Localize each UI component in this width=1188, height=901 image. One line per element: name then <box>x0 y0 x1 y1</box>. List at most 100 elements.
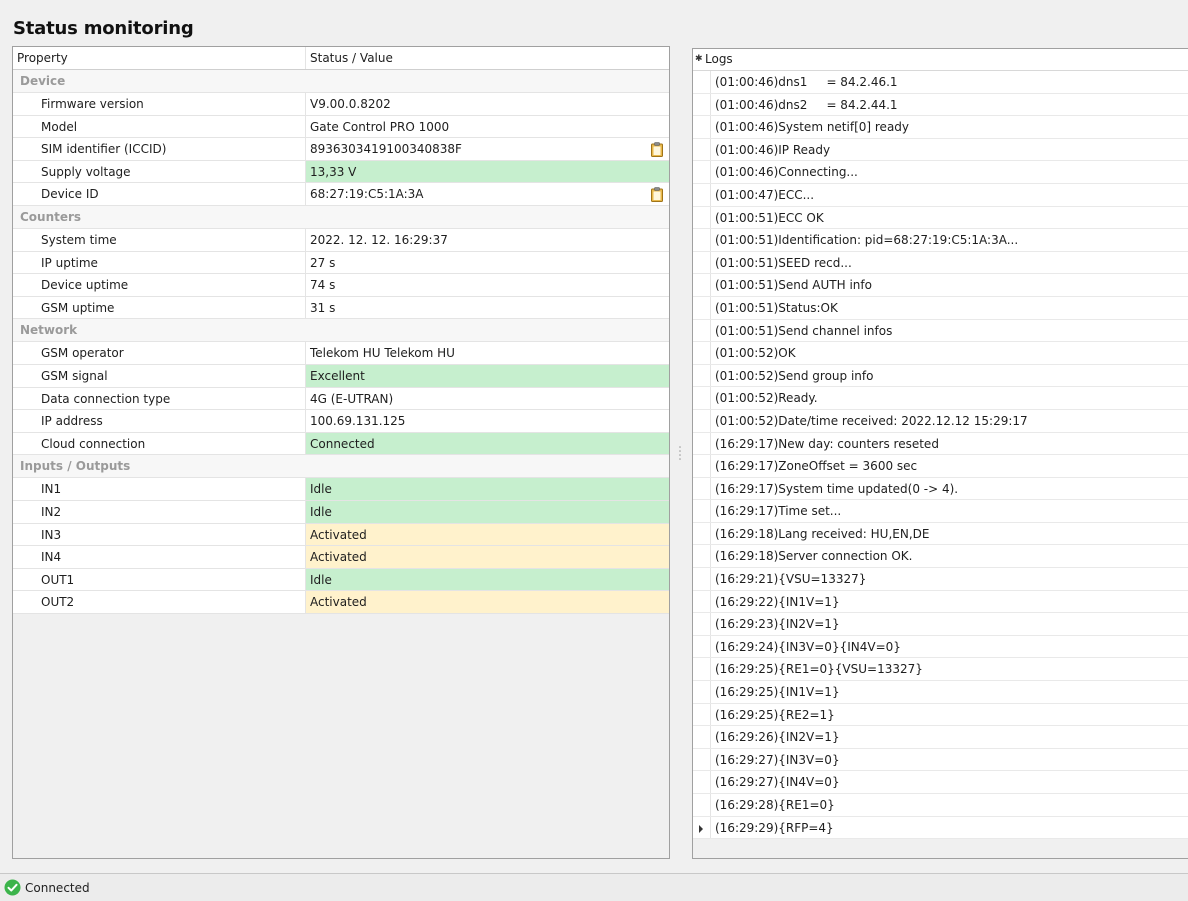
log-row[interactable]: (16:29:25){RE1=0}{VSU=13327} <box>693 658 1188 682</box>
row-indicator <box>693 229 711 251</box>
property-name: IP uptime <box>13 251 306 274</box>
property-row[interactable]: IN1 Idle <box>13 478 669 501</box>
logs-header-label[interactable]: Logs <box>701 49 733 70</box>
log-row[interactable]: (01:00:46)Connecting... <box>693 161 1188 184</box>
row-indicator <box>693 748 711 771</box>
log-entry-text: (01:00:47)ECC... <box>715 187 815 202</box>
logs-panel[interactable]: ✱ Logs (01:00:46)dns1 = 84.2.46.1 (01:00:… <box>692 48 1188 859</box>
row-indicator <box>693 771 711 793</box>
property-value-text: Excellent <box>310 368 365 383</box>
category-header[interactable]: Network <box>13 319 669 343</box>
log-row[interactable]: (16:29:17)ZoneOffset = 3600 sec <box>693 455 1188 478</box>
log-entry-text: (16:29:27){IN4V=0} <box>715 775 840 790</box>
property-value: 13,33 V <box>306 160 669 183</box>
property-row[interactable]: Data connection type 4G (E-UTRAN) <box>13 387 669 411</box>
row-indicator <box>693 816 711 839</box>
category-header[interactable]: Inputs / Outputs <box>13 455 669 479</box>
property-value: V9.00.0.8202 <box>306 93 669 115</box>
clipboard-copy-icon[interactable] <box>651 187 663 203</box>
log-row[interactable]: (01:00:51)Send AUTH info <box>693 274 1188 297</box>
property-value-text: 100.69.131.125 <box>310 414 406 429</box>
log-entry-text: (01:00:46)Connecting... <box>715 165 858 180</box>
log-row[interactable]: (16:29:24){IN3V=0}{IN4V=0} <box>693 635 1188 659</box>
log-row[interactable]: (16:29:17)New day: counters reseted <box>693 432 1188 456</box>
property-value-text: 31 s <box>310 300 336 315</box>
log-row[interactable]: (01:00:46)dns2 = 84.2.44.1 <box>693 93 1188 117</box>
log-row[interactable]: (16:29:18)Server connection OK. <box>693 545 1188 569</box>
row-indicator <box>693 545 711 568</box>
log-entry-text: (16:29:23){IN2V=1} <box>715 617 840 632</box>
grid-body: Device Firmware version V9.00.0.8202 Model G… <box>13 70 669 614</box>
log-entry-text: (16:29:17)ZoneOffset = 3600 sec <box>715 459 918 474</box>
property-row[interactable]: Model Gate Control PRO 1000 <box>13 115 669 139</box>
clipboard-copy-icon[interactable] <box>651 142 663 158</box>
row-indicator <box>693 681 711 703</box>
property-value-text: Telekom HU Telekom HU <box>310 346 455 361</box>
log-entry-text: (01:00:51)Status:OK <box>715 300 838 315</box>
log-row[interactable]: (16:29:21){VSU=13327} <box>693 568 1188 591</box>
property-row[interactable]: IP address 100.69.131.125 <box>13 410 669 433</box>
splitter-handle[interactable] <box>678 444 682 464</box>
log-row[interactable]: (16:29:25){IN1V=1} <box>693 681 1188 704</box>
category-header[interactable]: Counters <box>13 205 669 229</box>
property-row[interactable]: IN2 Idle <box>13 500 669 524</box>
property-value: Excellent <box>306 364 669 387</box>
property-row[interactable]: Firmware version V9.00.0.8202 <box>13 93 669 116</box>
property-value-text: Idle <box>310 504 332 519</box>
log-row[interactable]: (16:29:29){RFP=4} <box>693 816 1188 840</box>
log-entry-text: (01:00:51)Identification: pid=68:27:19:C… <box>715 233 1019 248</box>
property-row[interactable]: IN4 Activated <box>13 546 669 569</box>
log-row[interactable]: (01:00:51)SEED recd... <box>693 251 1188 275</box>
log-entry-text: (01:00:52)OK <box>715 346 796 361</box>
status-bar: Connected <box>0 873 1188 901</box>
property-name: GSM uptime <box>13 296 306 319</box>
log-row[interactable]: (01:00:46)dns1 = 84.2.46.1 <box>693 71 1188 94</box>
log-row[interactable]: (16:29:22){IN1V=1} <box>693 590 1188 614</box>
log-row[interactable]: (01:00:47)ECC... <box>693 183 1188 207</box>
property-row[interactable]: Device uptime 74 s <box>13 274 669 297</box>
log-row[interactable]: (01:00:46)IP Ready <box>693 138 1188 162</box>
property-row[interactable]: Supply voltage 13,33 V <box>13 160 669 184</box>
log-row[interactable]: (01:00:51)Status:OK <box>693 296 1188 320</box>
log-row[interactable]: (01:00:52)Date/time received: 2022.12.12… <box>693 409 1188 433</box>
log-row[interactable]: (01:00:51)Send channel infos <box>693 319 1188 343</box>
log-row[interactable]: (01:00:52)Send group info <box>693 364 1188 388</box>
property-row[interactable]: Cloud connection Connected <box>13 432 669 456</box>
property-grid[interactable]: Property Status / Value Device Firmware v… <box>12 46 670 859</box>
log-row[interactable]: (16:29:17)System time updated(0 -> 4). <box>693 477 1188 501</box>
log-row[interactable]: (01:00:52)Ready. <box>693 387 1188 410</box>
check-circle-icon <box>4 879 21 896</box>
property-name: System time <box>13 228 306 251</box>
property-name: Cloud connection <box>13 432 306 455</box>
property-value: 4G (E-UTRAN) <box>306 388 669 410</box>
log-row[interactable]: (16:29:23){IN2V=1} <box>693 613 1188 636</box>
row-indicator <box>693 319 711 342</box>
row-indicator <box>693 590 711 613</box>
log-row[interactable]: (16:29:17)Time set... <box>693 500 1188 523</box>
property-row[interactable]: OUT1 Idle <box>13 568 669 592</box>
log-row[interactable]: (01:00:51)ECC OK <box>693 206 1188 230</box>
property-row[interactable]: IP uptime 27 s <box>13 251 669 275</box>
column-header-property[interactable]: Property <box>13 47 306 69</box>
category-header[interactable]: Device <box>13 70 669 93</box>
property-row[interactable]: GSM uptime 31 s <box>13 296 669 320</box>
column-header-value[interactable]: Status / Value <box>306 47 669 69</box>
property-row[interactable]: OUT2 Activated <box>13 591 669 614</box>
log-row[interactable]: (16:29:27){IN4V=0} <box>693 771 1188 794</box>
log-row[interactable]: (16:29:25){RE2=1} <box>693 703 1188 727</box>
property-row[interactable]: GSM signal Excellent <box>13 364 669 388</box>
log-row[interactable]: (01:00:52)OK <box>693 342 1188 365</box>
log-row[interactable]: (16:29:26){IN2V=1} <box>693 726 1188 749</box>
property-row[interactable]: IN3 Activated <box>13 523 669 547</box>
property-row[interactable]: GSM operator Telekom HU Telekom HU <box>13 342 669 365</box>
log-row[interactable]: (01:00:51)Identification: pid=68:27:19:C… <box>693 229 1188 252</box>
row-indicator <box>693 206 711 229</box>
property-row[interactable]: System time 2022. 12. 12. 16:29:37 <box>13 228 669 252</box>
log-row[interactable]: (16:29:18)Lang received: HU,EN,DE <box>693 522 1188 546</box>
property-row[interactable]: Device ID 68:27:19:C5:1A:3A <box>13 183 669 206</box>
log-row[interactable]: (16:29:28){RE1=0} <box>693 794 1188 817</box>
log-row[interactable]: (01:00:46)System netif[0] ready <box>693 116 1188 139</box>
row-indicator <box>693 364 711 387</box>
log-row[interactable]: (16:29:27){IN3V=0} <box>693 748 1188 772</box>
property-row[interactable]: SIM identifier (ICCID) 893630341910034083… <box>13 138 669 161</box>
